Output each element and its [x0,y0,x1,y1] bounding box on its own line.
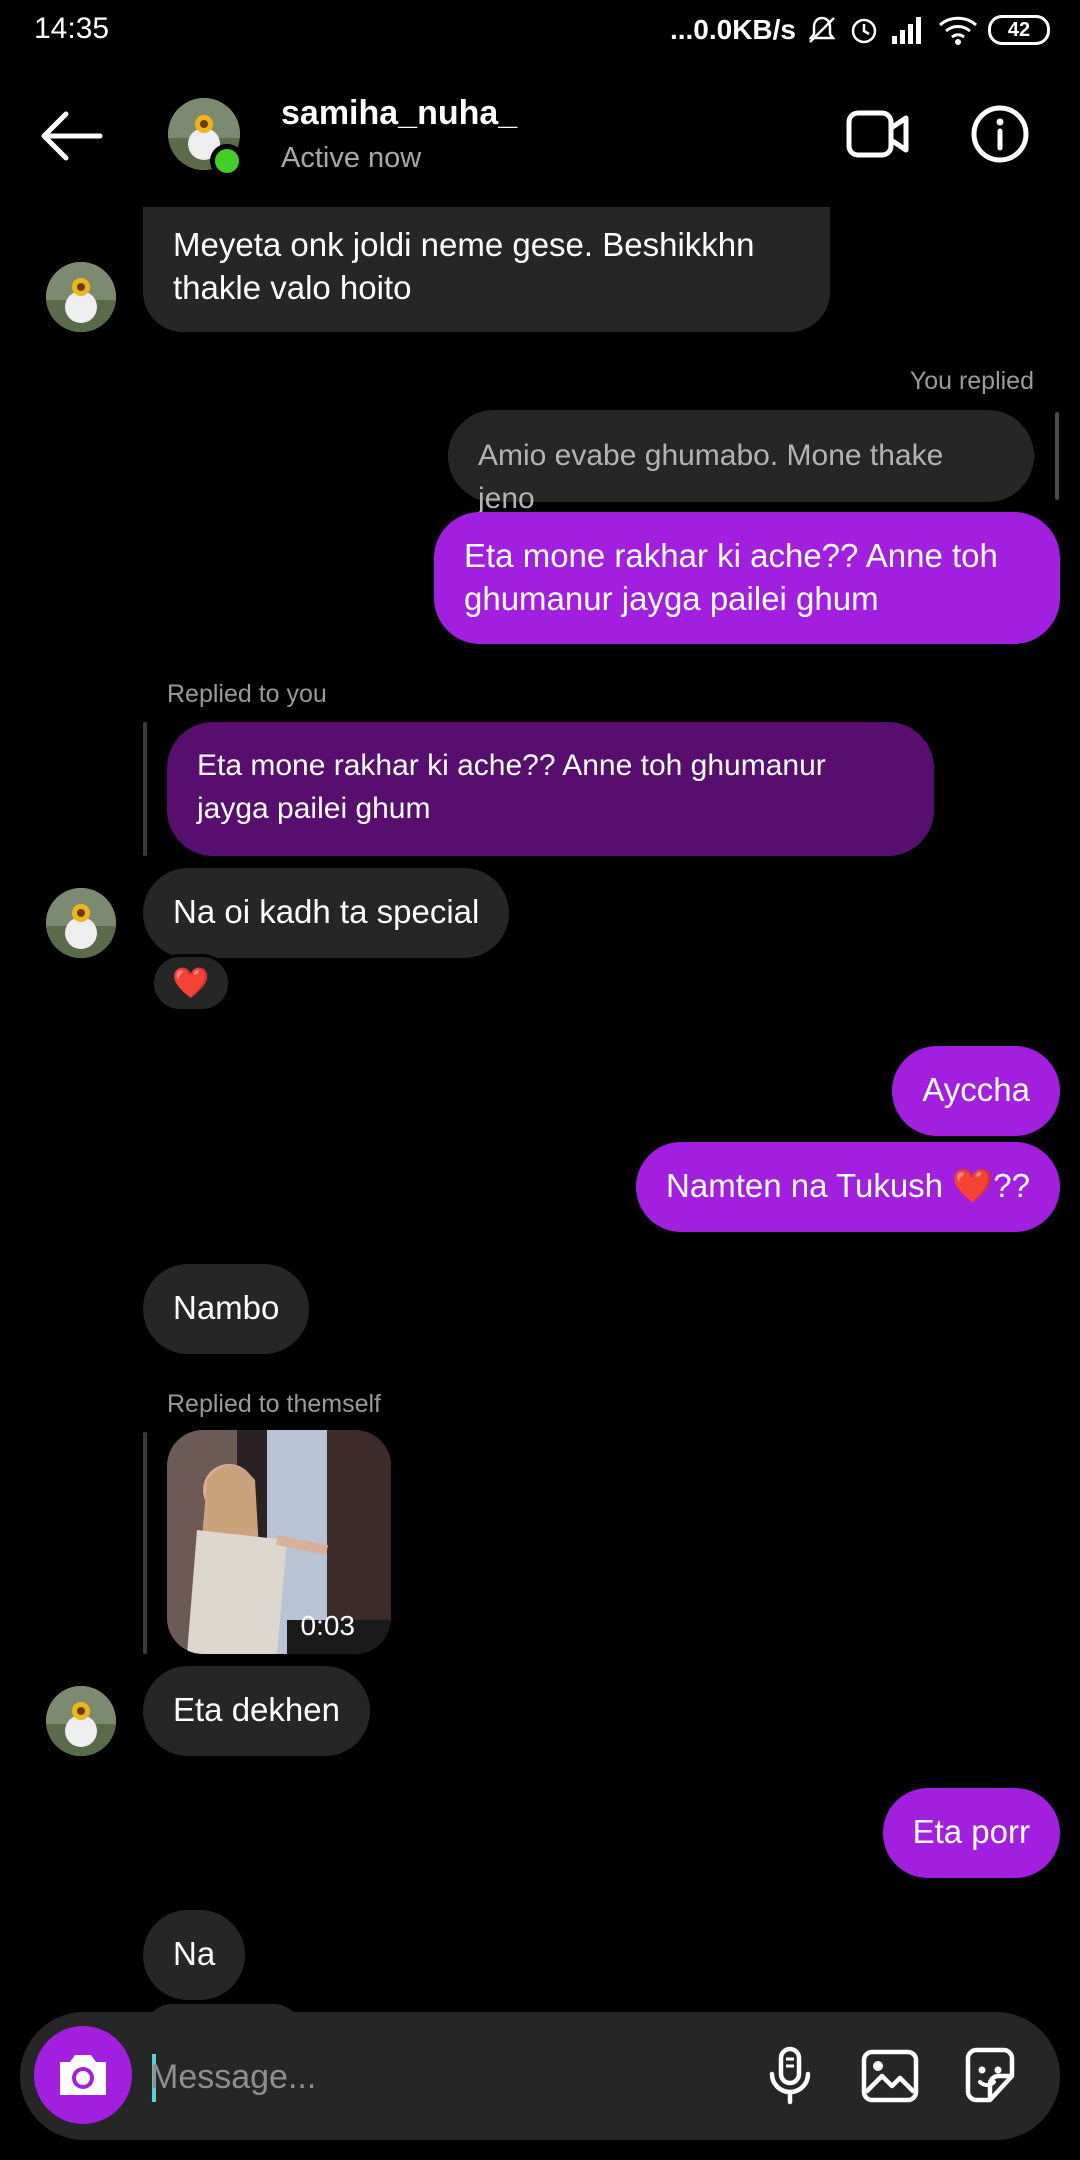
gallery-icon[interactable] [858,2044,922,2108]
status-icons: ...0.0KB/s 42 [670,10,1050,50]
camera-button[interactable] [34,2026,132,2124]
contact-username[interactable]: samiha_nuha_ [281,94,517,133]
incoming-message[interactable]: Na [143,1910,246,2000]
scrollbar[interactable] [1055,412,1059,500]
incoming-message[interactable]: Eta dekhen [143,1666,370,1756]
message-composer [20,2012,1060,2140]
reply-indicator-bar [143,722,147,856]
quoted-message[interactable]: Eta mone rakhar ki ache?? Anne toh ghuma… [167,722,934,856]
microphone-icon[interactable] [758,2044,822,2108]
battery-icon: 42 [988,15,1050,45]
video-call-icon[interactable] [846,109,910,159]
incoming-message[interactable]: Meyeta onk joldi neme gese. Beshikkhn th… [143,207,830,332]
status-time: 14:35 [34,12,110,45]
wifi-icon [938,16,978,45]
contact-avatar[interactable] [46,262,116,332]
outgoing-message[interactable]: Eta mone rakhar ki ache?? Anne toh ghuma… [434,512,1060,644]
outgoing-message[interactable]: Namten na Tukush ❤️?? [636,1142,1060,1232]
online-status-dot [210,144,244,178]
signal-icon [892,17,921,44]
back-arrow-icon[interactable] [36,106,106,166]
replied-to-themself-label: Replied to themself [167,1390,382,1418]
heart-reaction[interactable]: ❤️ [151,954,231,1012]
reply-indicator-bar [143,1432,147,1654]
video-duration: 0:03 [300,1610,356,1641]
quoted-message[interactable]: Amio evabe ghumabo. Mone thake jeno [448,410,1034,515]
chat-header: samiha_nuha_ Active now [0,64,1080,204]
outgoing-message[interactable]: Ayccha [892,1046,1060,1136]
message-input[interactable] [150,2050,710,2104]
you-replied-label: You replied [909,367,1034,395]
network-speed: ...0.0KB/s [669,14,796,45]
mute-icon [808,16,836,43]
alarm-icon [851,18,877,44]
status-bar: 14:35 ...0.0KB/s 42 [0,0,1080,64]
incoming-message[interactable]: Na oi kadh ta special [143,868,510,958]
incoming-message[interactable]: Nambo [143,1264,310,1354]
heart-icon: ❤️ [172,966,210,1000]
info-icon[interactable] [970,104,1030,164]
active-status: Active now [281,142,422,174]
contact-avatar[interactable] [46,1686,116,1756]
sticker-icon[interactable] [958,2044,1022,2108]
contact-avatar[interactable] [46,888,116,958]
outgoing-message[interactable]: Eta porr [882,1788,1060,1878]
replied-to-you-label: Replied to you [167,680,327,708]
camera-icon [60,2055,106,2095]
video-thumbnail[interactable]: 0:03 [167,1430,391,1654]
